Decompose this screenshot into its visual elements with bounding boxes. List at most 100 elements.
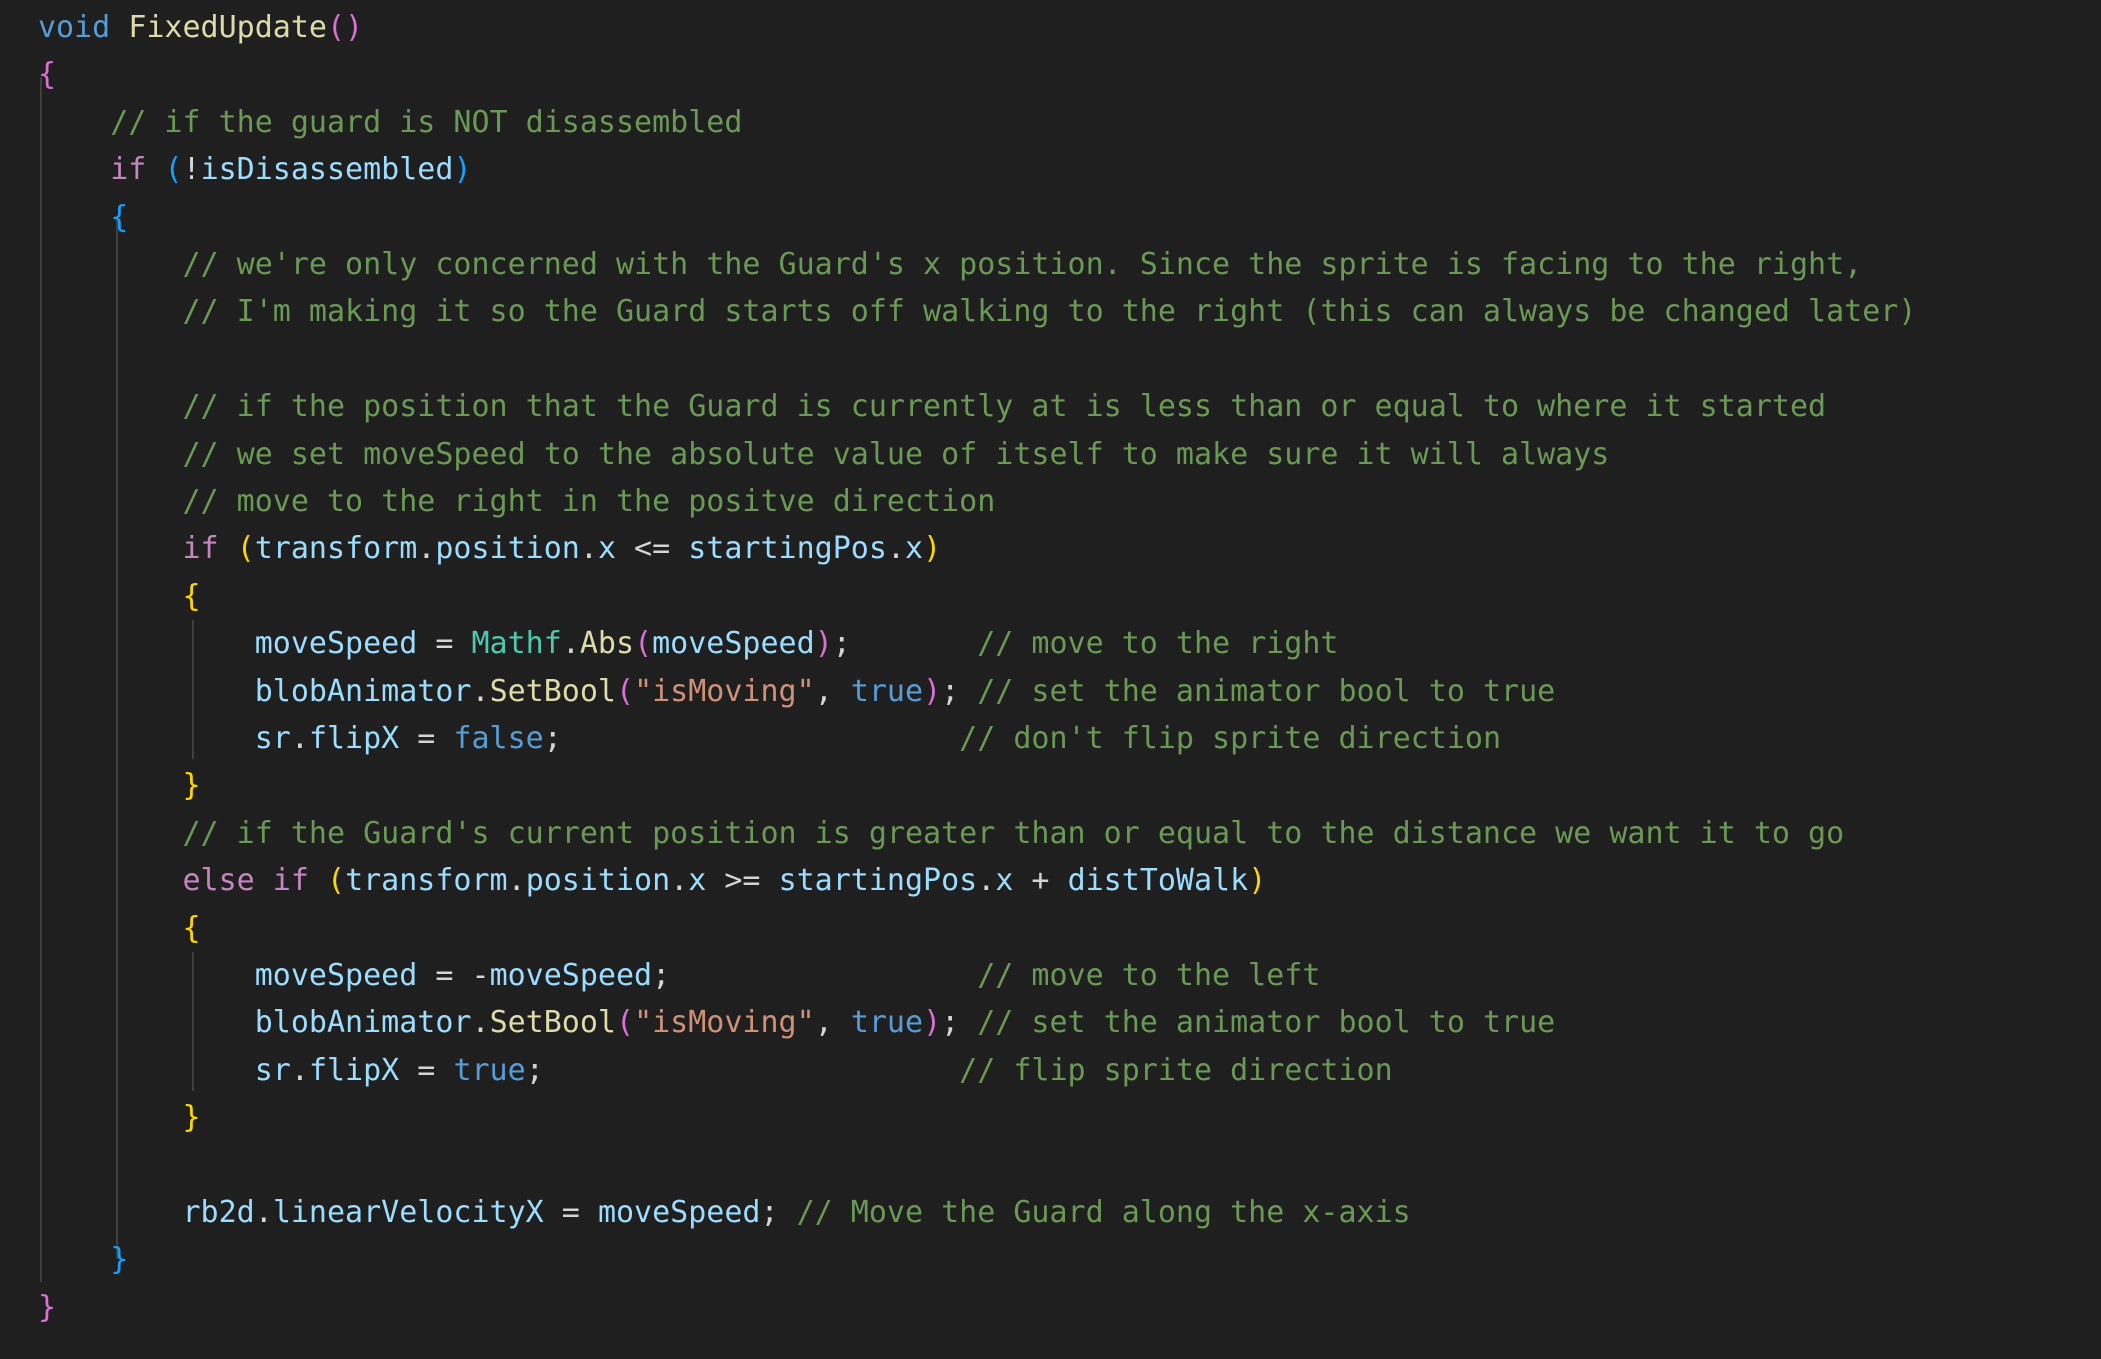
code-token: // flip sprite direction (959, 1052, 1393, 1088)
code-token: } (38, 1289, 57, 1325)
code-token: true (850, 1005, 924, 1041)
code-line-21[interactable]: moveSpeed = -moveSpeed; // move to the l… (38, 952, 1321, 999)
code-token: = (417, 626, 472, 662)
code-token: // don't flip sprite direction (959, 721, 1502, 756)
code-token: ) (453, 152, 472, 188)
code-line-27[interactable]: } (38, 1236, 128, 1283)
code-token: // move to the right in the positve dire… (182, 484, 996, 519)
code-token: // if the guard is NOT disassembled (110, 104, 743, 140)
code-line-24[interactable]: } (38, 1094, 201, 1141)
code-token: . (886, 531, 905, 567)
code-line-12[interactable]: if (transform.position.x <= startingPos.… (38, 525, 942, 572)
code-token: else if (182, 863, 309, 899)
code-line-6[interactable]: // we're only concerned with the Guard's… (38, 241, 1863, 288)
code-line-18[interactable]: // if the Guard's current position is gr… (38, 810, 1845, 857)
code-line-3[interactable]: // if the guard is NOT disassembled (38, 99, 742, 146)
code-token: // I'm making it so the Guard starts off… (182, 294, 1917, 330)
code-token: ( (616, 1005, 635, 1041)
code-token: } (110, 1242, 129, 1278)
code-token: moveSpeed (489, 958, 653, 993)
code-token: = (399, 721, 454, 756)
code-token: transform (254, 531, 418, 567)
code-line-23[interactable]: sr.flipX = true; // flip sprite directio… (38, 1047, 1393, 1094)
code-editor[interactable]: void FixedUpdate(){ // if the guard is N… (0, 0, 2101, 1359)
code-token: flipX (308, 1052, 400, 1088)
code-token: sr (254, 1052, 291, 1088)
code-token: true (850, 673, 924, 709)
code-line-15[interactable]: blobAnimator.SetBool("isMoving", true); … (38, 668, 1555, 715)
code-token: SetBool (489, 1005, 616, 1041)
code-token: { (110, 199, 129, 235)
code-token: { (182, 578, 201, 614)
code-line-10[interactable]: // we set moveSpeed to the absolute valu… (38, 431, 1610, 478)
code-token: . (471, 1005, 490, 1041)
code-line-1[interactable]: void FixedUpdate() (38, 4, 363, 51)
code-token: ; (543, 721, 960, 756)
code-token: ) (923, 531, 942, 567)
code-token: rb2d (182, 1195, 255, 1230)
code-line-7[interactable]: // I'm making it so the Guard starts off… (38, 288, 1917, 335)
code-token: x (995, 863, 1014, 899)
code-token: transform (345, 863, 508, 899)
code-token: . (417, 531, 436, 567)
code-token: void (38, 10, 111, 45)
code-token: . (670, 863, 689, 899)
code-token: position (435, 531, 580, 567)
code-token: // we set moveSpeed to the absolute valu… (182, 436, 1610, 472)
code-token: Mathf (471, 626, 562, 662)
code-token: ; (525, 1052, 960, 1088)
code-token: ) (923, 1005, 942, 1041)
code-line-19[interactable]: else if (transform.position.x >= startin… (38, 857, 1267, 904)
code-token: FixedUpdate (128, 10, 327, 45)
code-token: ; (832, 626, 978, 662)
code-token: ; (941, 1005, 978, 1041)
code-line-28[interactable]: } (38, 1284, 56, 1331)
code-token: ( (616, 673, 635, 709)
code-token: // if the Guard's current position is gr… (182, 815, 1845, 851)
code-line-2[interactable]: { (38, 51, 56, 98)
code-line-4[interactable]: if (!isDisassembled) (38, 146, 472, 193)
code-line-5[interactable]: { (38, 194, 128, 241)
code-line-22[interactable]: blobAnimator.SetBool("isMoving", true); … (38, 999, 1555, 1046)
code-line-13[interactable]: { (38, 573, 201, 620)
code-token: ! (182, 152, 201, 188)
code-token: , (814, 673, 851, 709)
code-token: ) (1248, 863, 1267, 899)
code-line-16[interactable]: sr.flipX = false; // don't flip sprite d… (38, 715, 1501, 762)
code-line-9[interactable]: // if the position that the Guard is cur… (38, 383, 1827, 430)
code-token: position (525, 863, 671, 899)
code-token: ) (923, 673, 942, 709)
code-line-26[interactable]: rb2d.linearVelocityX = moveSpeed; // Mov… (38, 1189, 1411, 1236)
code-token: true (453, 1052, 526, 1088)
code-token: ; (652, 958, 978, 993)
code-token: x (688, 863, 707, 899)
code-token: . (561, 626, 580, 662)
code-token: . (579, 531, 598, 567)
code-token: } (182, 768, 201, 804)
code-token: startingPos (688, 531, 887, 567)
code-token: . (977, 863, 996, 899)
code-token: . (507, 863, 526, 899)
code-line-11[interactable]: // move to the right in the positve dire… (38, 478, 996, 525)
code-line-20[interactable]: { (38, 905, 201, 952)
code-token: x (597, 531, 616, 567)
code-line-17[interactable]: } (38, 762, 201, 809)
code-line-14[interactable]: moveSpeed = Mathf.Abs(moveSpeed); // mov… (38, 620, 1339, 667)
code-token: // if the position that the Guard is cur… (182, 389, 1827, 425)
code-token: , (814, 1005, 851, 1041)
code-token: ( (164, 152, 183, 188)
